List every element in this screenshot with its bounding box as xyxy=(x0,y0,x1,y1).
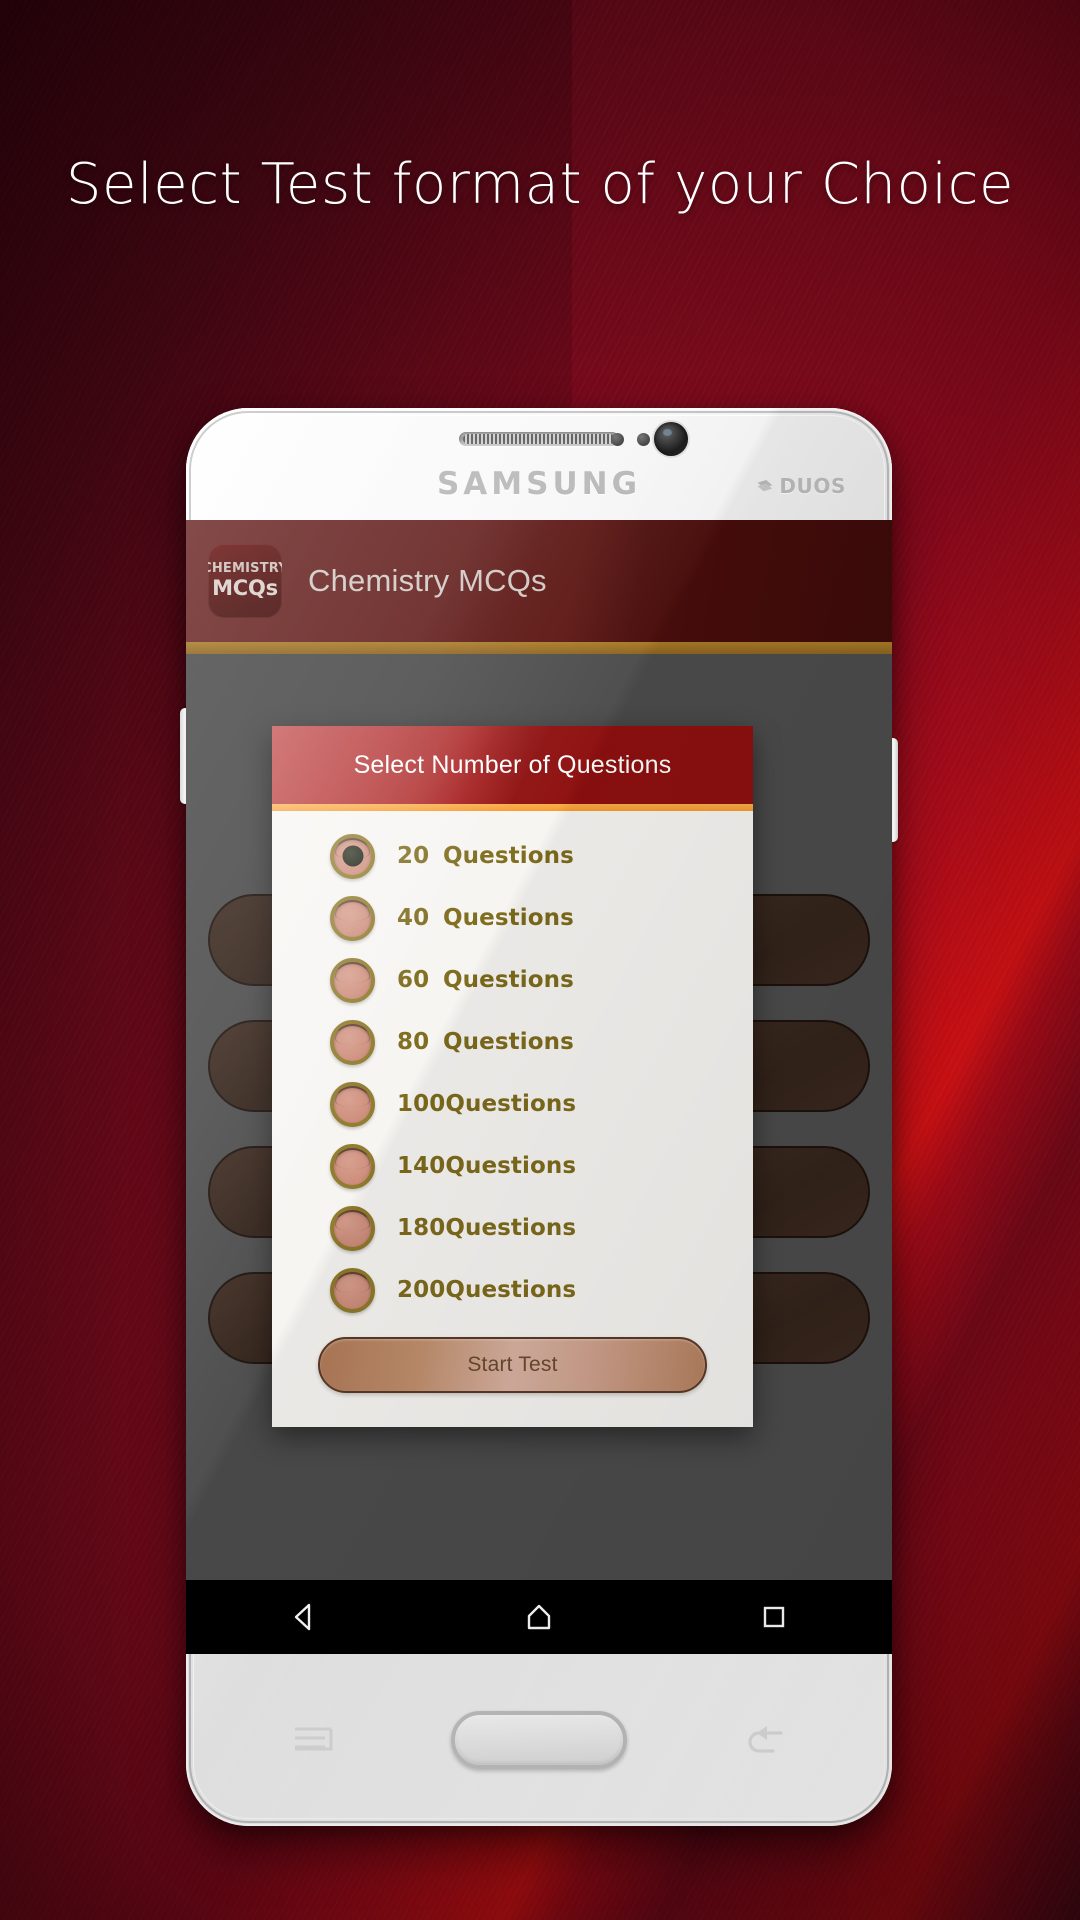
question-count-option[interactable]: 140 Questions xyxy=(272,1135,753,1197)
app-logo-line1: CHEMISTRY xyxy=(208,561,282,577)
radio-button[interactable] xyxy=(330,1081,375,1127)
radio-button[interactable] xyxy=(330,1143,375,1189)
home-hardware-button[interactable] xyxy=(451,1711,627,1769)
radio-button[interactable] xyxy=(330,1019,375,1065)
hardware-key-row xyxy=(186,1654,892,1826)
option-label: 40 Questions xyxy=(397,905,574,931)
select-questions-dialog: Select Number of Questions 20 Questions 40… xyxy=(272,726,753,1427)
radio-button-selected[interactable] xyxy=(330,833,375,879)
option-label: 80 Questions xyxy=(397,1029,574,1055)
option-unit: Questions xyxy=(443,905,574,931)
option-label: 200 Questions xyxy=(397,1277,576,1303)
radio-button[interactable] xyxy=(330,895,375,941)
duos-label: DUOS xyxy=(779,474,846,498)
promo-screenshot: Select Test format of your Choice SAMSUN… xyxy=(0,0,1080,1920)
option-count: 200 xyxy=(397,1277,446,1303)
back-nav-icon[interactable] xyxy=(287,1600,321,1634)
duos-tag-icon xyxy=(757,479,773,491)
radio-button[interactable] xyxy=(330,1205,375,1251)
option-label: 140 Questions xyxy=(397,1153,576,1179)
back-key-icon[interactable] xyxy=(743,1723,787,1757)
question-count-radio-group[interactable]: 20 Questions 40 Questions 60 Questions 80 Quest… xyxy=(272,811,753,1327)
radio-button[interactable] xyxy=(330,957,375,1003)
app-logo-line2: MCQs xyxy=(212,576,278,601)
option-unit: Questions xyxy=(445,1215,577,1241)
option-count: 20 xyxy=(397,843,430,869)
android-nav-bar xyxy=(186,1580,892,1654)
option-count: 100 xyxy=(397,1091,446,1117)
dialog-actions: Start Test xyxy=(272,1327,753,1427)
app-bar: CHEMISTRY MCQs Chemistry MCQs xyxy=(186,520,892,642)
option-count: 180 xyxy=(397,1215,446,1241)
dialog-title: Select Number of Questions xyxy=(353,750,672,779)
duos-badge: DUOS xyxy=(755,474,846,498)
radio-button[interactable] xyxy=(330,1267,375,1313)
question-count-option[interactable]: 80 Questions xyxy=(272,1011,753,1073)
dialog-header: Select Number of Questions xyxy=(272,726,753,804)
app-title: Chemistry MCQs xyxy=(308,563,547,598)
option-count: 60 xyxy=(397,967,430,993)
option-unit: Questions xyxy=(443,843,574,869)
option-label: 20 Questions xyxy=(397,843,574,869)
app-logo-icon: CHEMISTRY MCQs xyxy=(208,544,282,618)
light-sensor xyxy=(637,433,650,446)
question-count-option[interactable]: 180 Questions xyxy=(272,1197,753,1259)
menu-key-icon[interactable] xyxy=(291,1723,335,1757)
phone-mockup: SAMSUNG DUOS CHEMISTRY MCQs Chemistry MC… xyxy=(180,408,898,1826)
earpiece-speaker xyxy=(459,432,619,446)
phone-screen: CHEMISTRY MCQs Chemistry MCQs xyxy=(186,520,892,1654)
home-nav-icon[interactable] xyxy=(522,1600,556,1634)
option-label: 180 Questions xyxy=(397,1215,576,1241)
option-count: 40 xyxy=(397,905,430,931)
proximity-sensor xyxy=(611,433,624,446)
option-unit: Questions xyxy=(445,1277,577,1303)
question-count-option[interactable]: 200 Questions xyxy=(272,1259,753,1321)
recents-nav-icon[interactable] xyxy=(757,1600,791,1634)
option-label: 60 Questions xyxy=(397,967,574,993)
option-unit: Questions xyxy=(445,1091,577,1117)
option-unit: Questions xyxy=(445,1153,577,1179)
option-label: 100 Questions xyxy=(397,1091,576,1117)
option-unit: Questions xyxy=(443,967,574,993)
question-count-option[interactable]: 40 Questions xyxy=(272,887,753,949)
promo-headline: Select Test format of your Choice xyxy=(65,152,1015,217)
dialog-accent-bar xyxy=(272,804,753,811)
question-count-option[interactable]: 20 Questions xyxy=(272,825,753,887)
front-camera xyxy=(654,422,688,456)
start-test-button[interactable]: Start Test xyxy=(318,1337,707,1393)
question-count-option[interactable]: 60 Questions xyxy=(272,949,753,1011)
app-bar-accent xyxy=(186,642,892,654)
option-unit: Questions xyxy=(443,1029,574,1055)
option-count: 80 xyxy=(397,1029,430,1055)
option-count: 140 xyxy=(397,1153,446,1179)
question-count-option[interactable]: 100 Questions xyxy=(272,1073,753,1135)
